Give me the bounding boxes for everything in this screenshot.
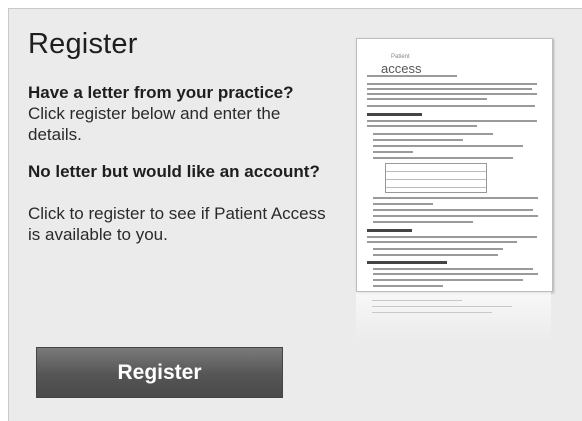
letter-question-heading: Have a letter from your practice? <box>28 83 294 102</box>
no-letter-question-text: Click to register to see if Patient Acce… <box>28 204 326 244</box>
patient-access-logo: Patient access <box>381 54 422 76</box>
sample-letter-image: Patient access <box>356 38 553 292</box>
page-title: Register <box>28 28 138 60</box>
letter-question-text: Click register below and enter the detai… <box>28 104 281 144</box>
register-button[interactable]: Register <box>36 347 283 398</box>
no-letter-question-heading: No letter but would like an account? <box>28 162 320 181</box>
letter-reflection <box>356 292 551 342</box>
